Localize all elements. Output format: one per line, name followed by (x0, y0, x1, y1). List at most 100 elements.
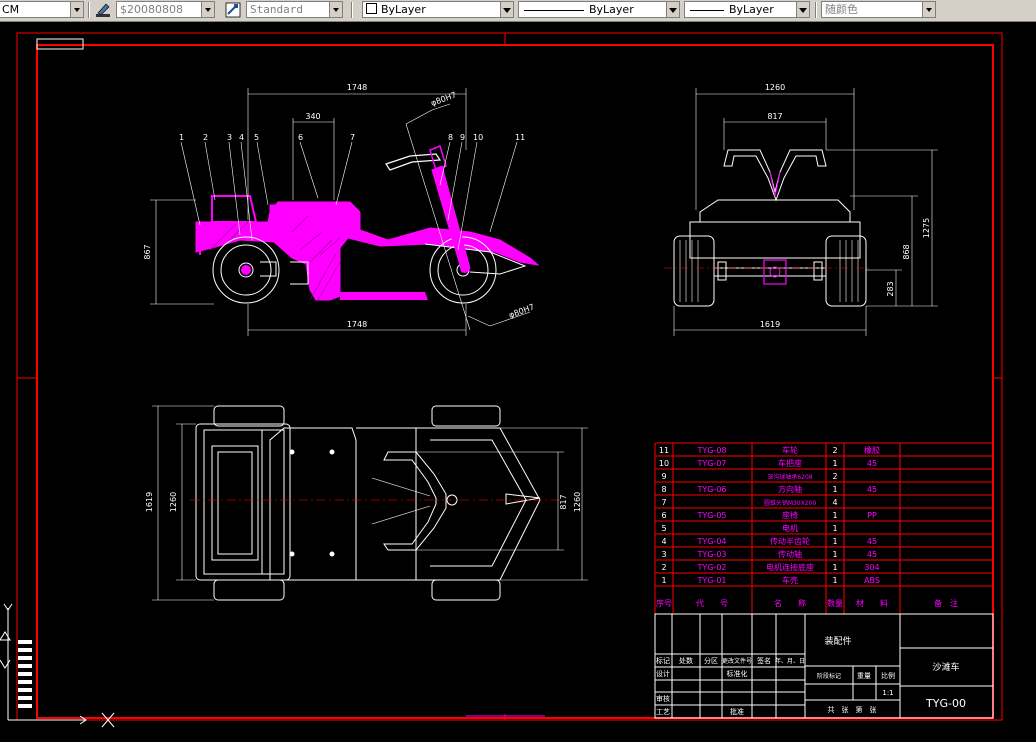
label-change-doc: 更改文件号 (722, 657, 752, 665)
table-cell-no: 6 (661, 511, 666, 520)
table-cell-qty: 1 (832, 511, 837, 520)
table-cell-name: 车轮 (782, 445, 798, 455)
label-approve: 批准 (730, 707, 744, 716)
dim-top-1260-left: 1260 (169, 492, 178, 512)
drawing-number: TYG-00 (925, 697, 966, 710)
color-value: $20080808 (120, 3, 183, 16)
units-combo[interactable]: CM (0, 1, 84, 18)
header-material: 材 料 (856, 598, 888, 608)
front-view-dims: 1260 817 1619 868 1275 283 (760, 83, 931, 329)
linetype-combo[interactable]: ByLayer (518, 1, 680, 18)
top-view (152, 405, 588, 601)
table-cell-no: 11 (659, 446, 669, 455)
label-count: 处数 (679, 656, 693, 665)
dim-top-1260-right: 1260 (573, 492, 582, 512)
callout-4: 4 (239, 133, 244, 142)
table-cell-no: 10 (659, 459, 669, 468)
drawing-canvas[interactable]: 1748 1748 340 867 φ80H7 φ80H7 1 2 3 4 5 … (0, 22, 1036, 742)
label-date: 年、月、日 (775, 657, 805, 665)
scale-value: 1:1 (882, 689, 893, 697)
table-cell-name: 电机连接底座 (766, 562, 814, 572)
callout-2: 2 (203, 133, 208, 142)
plot-style-value: 随颜色 (825, 3, 858, 16)
label-sign: 签名 (757, 656, 771, 665)
table-cell-code: TYG-02 (696, 563, 726, 572)
chevron-down-icon[interactable] (329, 2, 342, 17)
table-cell-name: 传动半齿轮 (770, 536, 810, 546)
layer-combo[interactable]: ByLayer (362, 1, 514, 18)
lineweight-value: ByLayer (729, 3, 774, 16)
color-combo[interactable]: $20080808 (116, 1, 215, 18)
label-ratio: 比例 (881, 671, 895, 680)
table-cell-qty: 1 (832, 576, 837, 585)
lineweight-preview (690, 10, 724, 11)
lineweight-combo[interactable]: ByLayer (684, 1, 810, 18)
pen-icon[interactable] (94, 1, 112, 19)
table-cell-qty: 1 (832, 459, 837, 468)
table-cell-name: 深沟球轴承6208 (767, 473, 812, 481)
header-code: 代 号 (696, 598, 728, 608)
parts-list-table: 11 TYG-08 车轮 2 橡胶10 TYG-07 车把座 1 459 深沟球轴承6208 28 T… (654, 442, 994, 615)
chevron-down-icon[interactable] (666, 2, 679, 17)
header-name: 名 称 (774, 598, 806, 608)
callout-8: 8 (448, 133, 453, 142)
side-view: 1748 1748 340 867 φ80H7 φ80H7 1 2 3 4 5 … (143, 83, 540, 336)
table-cell-qty: 1 (832, 537, 837, 546)
dim-side-top: 1748 (347, 83, 367, 92)
parts-list-header: 序号 代 号 名 称 数量 材 料 备 注 (656, 598, 958, 608)
dim-front-top: 1260 (765, 83, 785, 92)
table-cell-material: 45 (867, 537, 877, 546)
text-style-icon[interactable] (224, 1, 242, 19)
table-row: 2 TYG-02 电机连接底座 1 304 (661, 562, 879, 572)
header-qty: 数量 (827, 598, 843, 608)
chevron-down-icon[interactable] (796, 2, 809, 17)
dim-diameter-top: φ80H7 (430, 90, 458, 108)
linetype-value: ByLayer (589, 3, 634, 16)
table-cell-name: 传动轴 (778, 549, 802, 559)
chevron-down-icon[interactable] (500, 2, 513, 17)
dim-front-width: 1619 (760, 320, 780, 329)
table-cell-no: 2 (661, 563, 666, 572)
units-value: CM (2, 3, 20, 16)
label-weight: 重量 (857, 672, 871, 680)
toolbar-separator (351, 2, 353, 18)
table-cell-material: 304 (864, 563, 879, 572)
callout-5: 5 (254, 133, 259, 142)
label-mark: 标记 (656, 656, 670, 665)
table-cell-code: TYG-08 (696, 446, 726, 455)
label-standardize: 标准化 (727, 669, 748, 678)
text-style-combo[interactable]: Standard (246, 1, 343, 18)
callout-1: 1 (179, 133, 184, 142)
title-block: 装配件 沙滩车 TYG-00 1:1 标记 处数 分区 更改文件号 签名 年、月… (654, 613, 994, 719)
chevron-down-icon[interactable] (201, 2, 214, 17)
label-design: 设计 (656, 669, 670, 678)
label-sheets: 共 张 第 张 (828, 705, 877, 714)
table-cell-code: TYG-03 (696, 550, 726, 559)
linetype-preview (524, 10, 584, 11)
label-review: 审核 (656, 694, 670, 703)
dim-height: 867 (143, 244, 152, 259)
table-cell-code: TYG-04 (696, 537, 726, 546)
plot-style-combo[interactable]: 随颜色 (821, 1, 936, 18)
table-cell-qty: 2 (832, 446, 837, 455)
dim-diameter-bottom: φ80H7 (508, 302, 536, 320)
table-cell-qty: 2 (832, 472, 837, 481)
table-cell-material: 45 (867, 459, 877, 468)
table-cell-material: ABS (864, 576, 880, 585)
table-cell-name: 方向轴 (778, 484, 802, 494)
chevron-down-icon[interactable] (70, 2, 83, 17)
label-stage-mark: 阶段标记 (817, 672, 841, 680)
properties-toolbar: CM $20080808 Standard ByLayer ByLayer By… (0, 0, 1036, 22)
table-cell-no: 9 (661, 472, 666, 481)
dim-front-283: 283 (886, 281, 895, 296)
table-cell-qty: 1 (832, 485, 837, 494)
table-row: 3 TYG-03 传动轴 1 45 (661, 549, 877, 559)
table-cell-material: 橡胶 (864, 445, 880, 455)
dim-front-868: 868 (902, 244, 911, 259)
header-note: 备 注 (934, 598, 958, 608)
callout-3: 3 (227, 133, 232, 142)
chevron-down-icon[interactable] (922, 2, 935, 17)
front-view (664, 88, 938, 336)
table-cell-material: PP (867, 511, 877, 520)
callout-9: 9 (460, 133, 465, 142)
